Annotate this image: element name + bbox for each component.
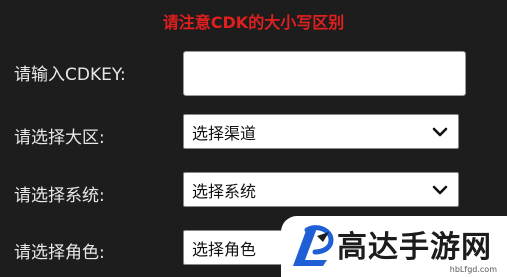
region-selected-value: 选择渠道: [192, 123, 257, 143]
region-select[interactable]: 选择渠道: [183, 114, 459, 149]
chevron-down-icon: [432, 185, 448, 194]
system-select[interactable]: 选择系统: [183, 172, 459, 207]
region-label: 请选择大区:: [14, 128, 105, 148]
watermark-url: hbLfgd.com: [449, 265, 497, 274]
cdkey-input[interactable]: [183, 51, 466, 96]
case-sensitivity-notice: 请注意CDK的大小写区别: [162, 13, 345, 32]
site-watermark: 高达手游网 hbLfgd.com: [281, 216, 507, 277]
role-label: 请选择角色:: [14, 243, 105, 263]
cdkey-label: 请输入CDKEY:: [14, 65, 126, 85]
chevron-down-icon: [432, 127, 448, 136]
watermark-brand-text: 高达手游网: [337, 230, 492, 265]
role-selected-value: 选择角色: [192, 239, 257, 259]
system-selected-value: 选择系统: [192, 181, 257, 201]
brand-logo-icon: [293, 225, 334, 266]
system-label: 请选择系统:: [14, 186, 105, 206]
